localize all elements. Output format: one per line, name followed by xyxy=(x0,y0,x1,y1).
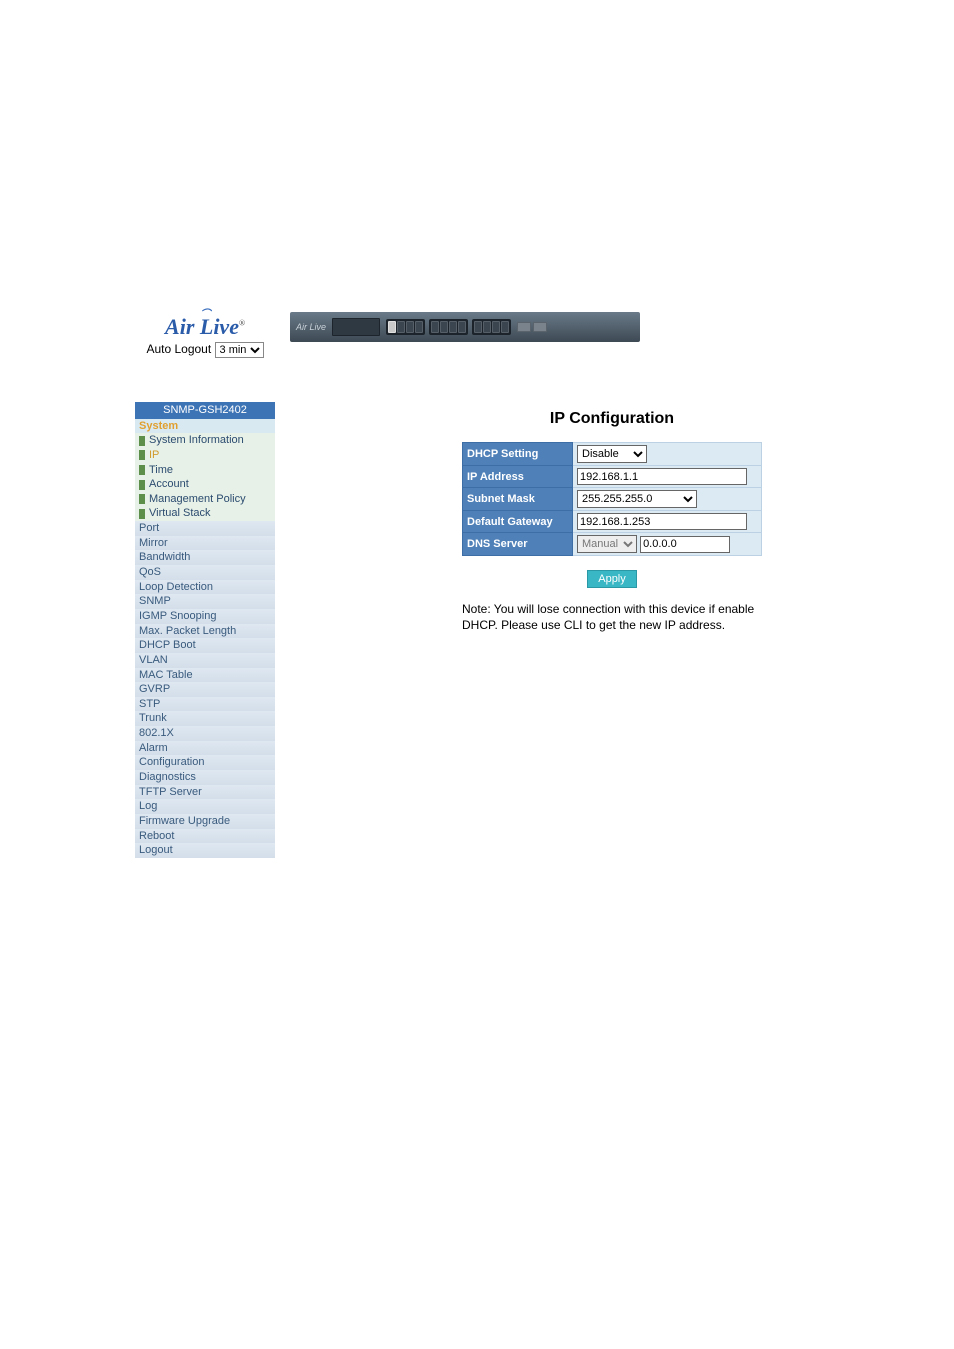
ip-config-table: DHCP Setting Disable IP Address Subnet M… xyxy=(462,442,762,556)
sidebar-item-port[interactable]: Port xyxy=(135,521,275,536)
sidebar-item-firmware-upgrade[interactable]: Firmware Upgrade xyxy=(135,814,275,829)
banner-dip-icon xyxy=(332,318,380,336)
banner-brand-label: Air Live xyxy=(296,322,326,332)
header-left: ⌒ Air Live® Auto Logout 3 min xyxy=(0,310,280,358)
dhcp-warning-note: Note: You will lose connection with this… xyxy=(462,602,762,633)
dns-label: DNS Server xyxy=(463,533,573,556)
main-content: IP Configuration DHCP Setting Disable IP… xyxy=(280,402,954,858)
sidebar-item-vlan[interactable]: VLAN xyxy=(135,653,275,668)
sidebar: SNMP-GSH2402 System System InformationIP… xyxy=(135,402,275,858)
sidebar-item-mac-table[interactable]: MAC Table xyxy=(135,668,275,683)
dhcp-select[interactable]: Disable xyxy=(577,445,647,463)
sidebar-item-dhcp-boot[interactable]: DHCP Boot xyxy=(135,638,275,653)
sidebar-item-mirror[interactable]: Mirror xyxy=(135,536,275,551)
sidebar-sub-ip[interactable]: IP xyxy=(135,448,275,463)
sidebar-item-diagnostics[interactable]: Diagnostics xyxy=(135,770,275,785)
sidebar-item-tftp-server[interactable]: TFTP Server xyxy=(135,785,275,800)
dhcp-label: DHCP Setting xyxy=(463,443,573,466)
sidebar-item-alarm[interactable]: Alarm xyxy=(135,741,275,756)
dns-input[interactable] xyxy=(640,536,730,553)
device-banner: Air Live xyxy=(290,312,640,342)
sidebar-sub-account[interactable]: Account xyxy=(135,477,275,492)
sidebar-item-loop-detection[interactable]: Loop Detection xyxy=(135,580,275,595)
sidebar-item-trunk[interactable]: Trunk xyxy=(135,711,275,726)
auto-logout-select[interactable]: 3 min xyxy=(215,342,264,358)
sidebar-sub-time[interactable]: Time xyxy=(135,463,275,478)
sidebar-title: SNMP-GSH2402 xyxy=(135,402,275,419)
sidebar-item-reboot[interactable]: Reboot xyxy=(135,829,275,844)
sidebar-item-802-1x[interactable]: 802.1X xyxy=(135,726,275,741)
sidebar-item-igmp-snooping[interactable]: IGMP Snooping xyxy=(135,609,275,624)
ip-input[interactable] xyxy=(577,468,747,485)
banner-ports xyxy=(386,319,511,335)
gateway-input[interactable] xyxy=(577,513,747,530)
auto-logout-label: Auto Logout xyxy=(146,342,211,356)
sidebar-sub-virtual-stack[interactable]: Virtual Stack xyxy=(135,506,275,521)
sidebar-section-system[interactable]: System xyxy=(135,419,275,434)
page-title: IP Configuration xyxy=(310,410,914,428)
sidebar-item-snmp[interactable]: SNMP xyxy=(135,594,275,609)
sidebar-item-log[interactable]: Log xyxy=(135,799,275,814)
sidebar-item-stp[interactable]: STP xyxy=(135,697,275,712)
sidebar-item-qos[interactable]: QoS xyxy=(135,565,275,580)
mask-select[interactable]: 255.255.255.0 xyxy=(577,490,697,508)
brand-trademark: ® xyxy=(239,319,245,328)
sidebar-sub-system-information[interactable]: System Information xyxy=(135,433,275,448)
sidebar-item-logout[interactable]: Logout xyxy=(135,843,275,858)
gateway-label: Default Gateway xyxy=(463,511,573,533)
sidebar-sub-management-policy[interactable]: Management Policy xyxy=(135,492,275,507)
sidebar-item-gvrp[interactable]: GVRP xyxy=(135,682,275,697)
mask-label: Subnet Mask xyxy=(463,488,573,511)
brand-logo: ⌒ Air Live® xyxy=(130,310,280,338)
sidebar-item-configuration[interactable]: Configuration xyxy=(135,755,275,770)
ip-label: IP Address xyxy=(463,466,573,488)
sidebar-item-bandwidth[interactable]: Bandwidth xyxy=(135,550,275,565)
apply-button[interactable]: Apply xyxy=(587,570,637,588)
dns-mode-select[interactable]: Manual xyxy=(577,535,637,553)
sidebar-item-max-packet-length[interactable]: Max. Packet Length xyxy=(135,624,275,639)
brand-name: Air Live xyxy=(165,314,239,339)
banner-sfp-icon xyxy=(517,322,547,332)
